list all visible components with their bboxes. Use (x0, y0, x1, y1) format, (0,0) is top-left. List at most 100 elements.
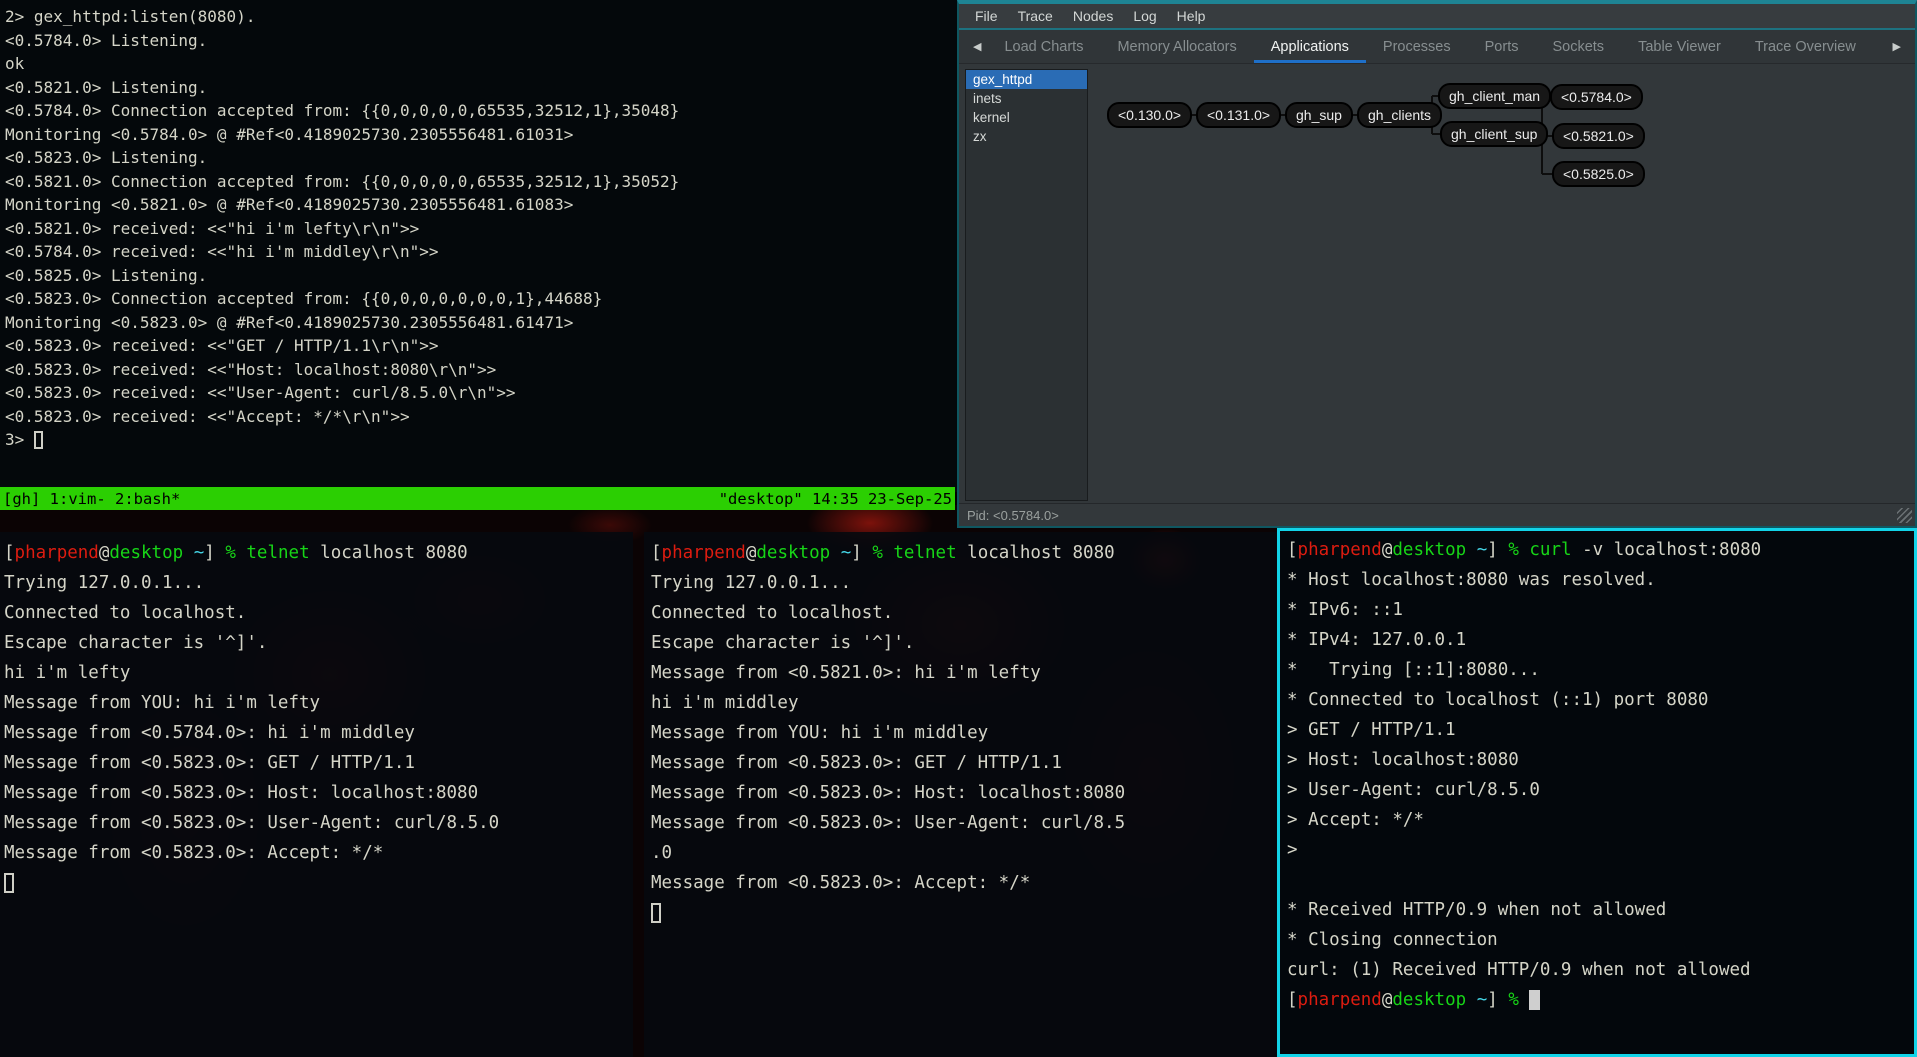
graph-node-pid-131[interactable]: <0.131.0> (1196, 102, 1281, 128)
terminal-line (651, 898, 1277, 928)
graph-node-pid-5821[interactable]: <0.5821.0> (1552, 123, 1645, 149)
terminal-line: * Received HTTP/0.9 when not allowed (1287, 895, 1914, 925)
terminal-line: Message from <0.5823.0>: GET / HTTP/1.1 (4, 748, 633, 778)
terminal-line: <0.5821.0> Connection accepted from: {{0… (5, 170, 962, 194)
terminal-line: Escape character is '^]'. (4, 628, 633, 658)
tmux-session-clock: "desktop" 14:35 23-Sep-25 (719, 490, 952, 508)
terminal-line: <0.5823.0> received: <<"Host: localhost:… (5, 358, 962, 382)
terminal-line: [pharpend@desktop ~] % telnet localhost … (4, 538, 633, 568)
observer-window: FileTraceNodesLogHelp ◀ Load ChartsMemor… (957, 0, 1917, 528)
graph-node-pid-5784[interactable]: <0.5784.0> (1550, 84, 1643, 110)
tab-scroll-left-icon[interactable]: ◀ (967, 30, 987, 63)
terminal-line: * Host localhost:8080 was resolved. (1287, 565, 1914, 595)
terminal-line: <0.5784.0> Listening. (5, 29, 962, 53)
applications-sidebar: gex_httpdinetskernelzx (965, 69, 1088, 501)
erlang-shell-terminal[interactable]: 2> gex_httpd:listen(8080).<0.5784.0> Lis… (0, 0, 962, 492)
terminal-line: Message from <0.5823.0>: Accept: */* (4, 838, 633, 868)
terminal-line: <0.5821.0> Listening. (5, 76, 962, 100)
terminal-line: [pharpend@desktop ~] % telnet localhost … (651, 538, 1277, 568)
terminal-line: * Closing connection (1287, 925, 1914, 955)
terminal-line: 3> (5, 428, 962, 452)
terminal-line: Message from <0.5784.0>: hi i'm middley (4, 718, 633, 748)
telnet-left-terminal[interactable]: [pharpend@desktop ~] % telnet localhost … (0, 532, 633, 1057)
terminal-line: .0 (651, 838, 1277, 868)
terminal-line: ok (5, 52, 962, 76)
graph-node-pid-130[interactable]: <0.130.0> (1107, 102, 1192, 128)
terminal-cursor (34, 431, 43, 449)
terminal-line: curl: (1) Received HTTP/0.9 when not all… (1287, 955, 1914, 985)
telnet-middle-terminal[interactable]: [pharpend@desktop ~] % telnet localhost … (644, 532, 1277, 1057)
terminal-line: Message from <0.5823.0>: User-Agent: cur… (651, 808, 1277, 838)
tab-ports[interactable]: Ports (1468, 30, 1536, 63)
menu-log[interactable]: Log (1123, 8, 1166, 24)
terminal-line: Monitoring <0.5821.0> @ #Ref<0.418902573… (5, 193, 962, 217)
observer-tabbar: ◀ Load ChartsMemory AllocatorsApplicatio… (959, 30, 1915, 64)
terminal-line: <0.5823.0> Listening. (5, 146, 962, 170)
terminal-line: <0.5784.0> received: <<"hi i'm middley\r… (5, 240, 962, 264)
terminal-line: <0.5823.0> received: <<"GET / HTTP/1.1\r… (5, 334, 962, 358)
terminal-cursor (651, 903, 661, 923)
terminal-cursor (1529, 990, 1540, 1010)
applications-view: <0.130.0> <0.131.0> gh_sup gh_clients gh… (959, 64, 1915, 503)
terminal-line: hi i'm middley (651, 688, 1277, 718)
tmux-status-bar: [gh] 1:vim- 2:bash* "desktop" 14:35 23-S… (0, 487, 955, 510)
graph-node-pid-5825[interactable]: <0.5825.0> (1552, 161, 1645, 187)
terminal-line: > User-Agent: curl/8.5.0 (1287, 775, 1914, 805)
terminal-line: Message from <0.5821.0>: hi i'm lefty (651, 658, 1277, 688)
sidebar-item-zx[interactable]: zx (966, 127, 1087, 146)
observer-tabbar-tabs: Load ChartsMemory AllocatorsApplications… (987, 30, 1872, 63)
process-graph-edges (959, 64, 1911, 503)
curl-terminal-focused[interactable]: [pharpend@desktop ~] % curl -v localhost… (1277, 528, 1917, 1057)
terminal-line: [pharpend@desktop ~] % curl -v localhost… (1287, 535, 1914, 565)
terminal-line: Message from <0.5823.0>: Accept: */* (651, 868, 1277, 898)
terminal-line: <0.5823.0> received: <<"Accept: */*\r\n"… (5, 405, 962, 429)
terminal-cursor (4, 873, 14, 893)
terminal-line: > Host: localhost:8080 (1287, 745, 1914, 775)
terminal-line: * IPv4: 127.0.0.1 (1287, 625, 1914, 655)
resize-grip[interactable] (1897, 508, 1912, 523)
status-pid-label: Pid: <0.5784.0> (967, 508, 1059, 523)
terminal-line: <0.5823.0> received: <<"User-Agent: curl… (5, 381, 962, 405)
graph-node-gh-sup[interactable]: gh_sup (1285, 102, 1353, 128)
terminal-line: hi i'm lefty (4, 658, 633, 688)
tab-memory-allocators[interactable]: Memory Allocators (1100, 30, 1253, 63)
tab-trace-overview[interactable]: Trace Overview (1738, 30, 1873, 63)
menu-nodes[interactable]: Nodes (1063, 8, 1123, 24)
graph-node-gh-client-man[interactable]: gh_client_man (1438, 83, 1551, 109)
terminal-line: Message from YOU: hi i'm middley (651, 718, 1277, 748)
terminal-line (1287, 865, 1914, 895)
terminal-line: * Trying [::1]:8080... (1287, 655, 1914, 685)
terminal-line: <0.5821.0> received: <<"hi i'm lefty\r\n… (5, 217, 962, 241)
terminal-line: Message from <0.5823.0>: Host: localhost… (4, 778, 633, 808)
tab-table-viewer[interactable]: Table Viewer (1621, 30, 1738, 63)
tmux-window-list[interactable]: [gh] 1:vim- 2:bash* (3, 490, 180, 508)
terminal-line: * Connected to localhost (::1) port 8080 (1287, 685, 1914, 715)
observer-status-bar: Pid: <0.5784.0> (959, 503, 1915, 526)
sidebar-item-inets[interactable]: inets (966, 89, 1087, 108)
graph-node-gh-clients[interactable]: gh_clients (1357, 102, 1442, 128)
terminal-line: Trying 127.0.0.1... (651, 568, 1277, 598)
tab-applications[interactable]: Applications (1254, 30, 1366, 63)
terminal-line: * IPv6: ::1 (1287, 595, 1914, 625)
tab-processes[interactable]: Processes (1366, 30, 1468, 63)
tab-load-charts[interactable]: Load Charts (987, 30, 1100, 63)
terminal-line: [pharpend@desktop ~] % (1287, 985, 1914, 1015)
sidebar-item-gex-httpd[interactable]: gex_httpd (966, 70, 1087, 89)
menu-file[interactable]: File (965, 8, 1008, 24)
terminal-line (4, 868, 633, 898)
graph-node-gh-client-sup[interactable]: gh_client_sup (1440, 121, 1548, 147)
terminal-line: Monitoring <0.5823.0> @ #Ref<0.418902573… (5, 311, 962, 335)
terminal-line: > Accept: */* (1287, 805, 1914, 835)
terminal-line: <0.5823.0> Connection accepted from: {{0… (5, 287, 962, 311)
sidebar-item-kernel[interactable]: kernel (966, 108, 1087, 127)
tab-sockets[interactable]: Sockets (1535, 30, 1621, 63)
terminal-line: Monitoring <0.5784.0> @ #Ref<0.418902573… (5, 123, 962, 147)
terminal-line: Message from YOU: hi i'm lefty (4, 688, 633, 718)
menu-trace[interactable]: Trace (1008, 8, 1063, 24)
menu-help[interactable]: Help (1167, 8, 1216, 24)
tab-scroll-right-icon[interactable]: ▶ (1887, 30, 1907, 63)
terminal-line: > (1287, 835, 1914, 865)
terminal-line: Connected to localhost. (4, 598, 633, 628)
terminal-line: Message from <0.5823.0>: GET / HTTP/1.1 (651, 748, 1277, 778)
observer-menubar: FileTraceNodesLogHelp (959, 4, 1915, 28)
